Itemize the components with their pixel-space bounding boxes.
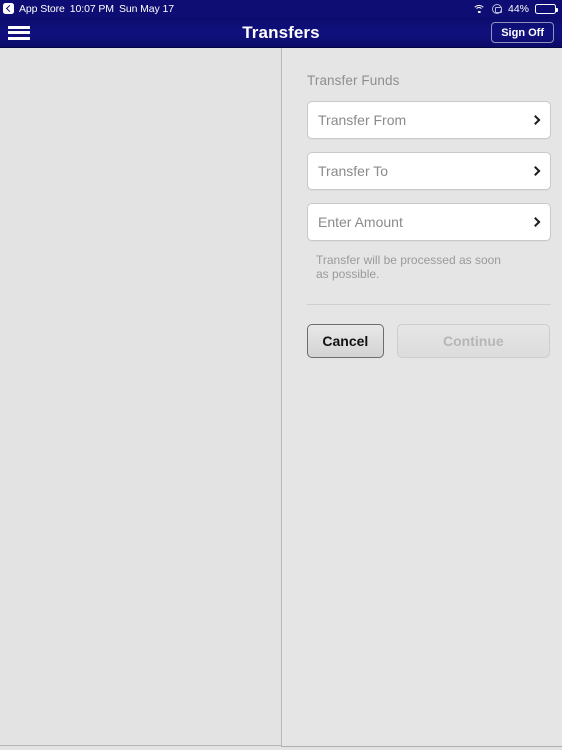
enter-amount-label: Enter Amount — [318, 214, 403, 230]
transfer-to-label: Transfer To — [318, 163, 389, 179]
chevron-left-icon[interactable] — [3, 3, 14, 14]
status-time: 10:07 PM — [69, 2, 114, 15]
chevron-right-icon — [530, 217, 541, 227]
enter-amount-field[interactable]: Enter Amount — [307, 203, 551, 241]
wifi-icon — [472, 4, 486, 14]
content-area: Transfer Funds Transfer From Transfer To… — [0, 48, 562, 750]
battery-icon — [535, 3, 558, 14]
sign-off-button[interactable]: Sign Off — [491, 22, 554, 43]
transfer-form: Transfer Funds Transfer From Transfer To… — [282, 48, 562, 358]
status-bar-left: App Store 10:07 PM Sun May 17 — [3, 3, 174, 15]
rotation-lock-icon — [491, 3, 502, 14]
left-empty-pane — [0, 48, 281, 746]
chevron-right-icon — [530, 115, 541, 125]
hamburger-menu-icon[interactable] — [8, 24, 30, 42]
cancel-button[interactable]: Cancel — [307, 324, 384, 358]
status-bar: App Store 10:07 PM Sun May 17 44% — [0, 0, 562, 17]
continue-button: Continue — [396, 324, 550, 358]
form-actions: Cancel Continue — [307, 324, 550, 358]
transfer-to-field[interactable]: Transfer To — [307, 152, 551, 190]
transfer-from-field[interactable]: Transfer From — [307, 101, 551, 139]
transfer-form-pane: Transfer Funds Transfer From Transfer To… — [281, 48, 562, 747]
navigation-bar: Transfers Sign Off — [0, 17, 562, 48]
page-title: Transfers — [242, 22, 320, 42]
app-screen: App Store 10:07 PM Sun May 17 44% Transf… — [0, 0, 562, 750]
chevron-right-icon — [530, 166, 541, 176]
back-app-label[interactable]: App Store — [19, 3, 65, 15]
status-bar-right: 44% — [472, 2, 558, 15]
transfer-from-label: Transfer From — [318, 112, 407, 128]
section-divider — [307, 304, 551, 305]
battery-percent-label: 44% — [507, 2, 529, 15]
form-heading: Transfer Funds — [307, 73, 400, 88]
status-date: Sun May 17 — [118, 2, 174, 15]
helper-text: Transfer will be processed as soon as po… — [316, 253, 501, 281]
